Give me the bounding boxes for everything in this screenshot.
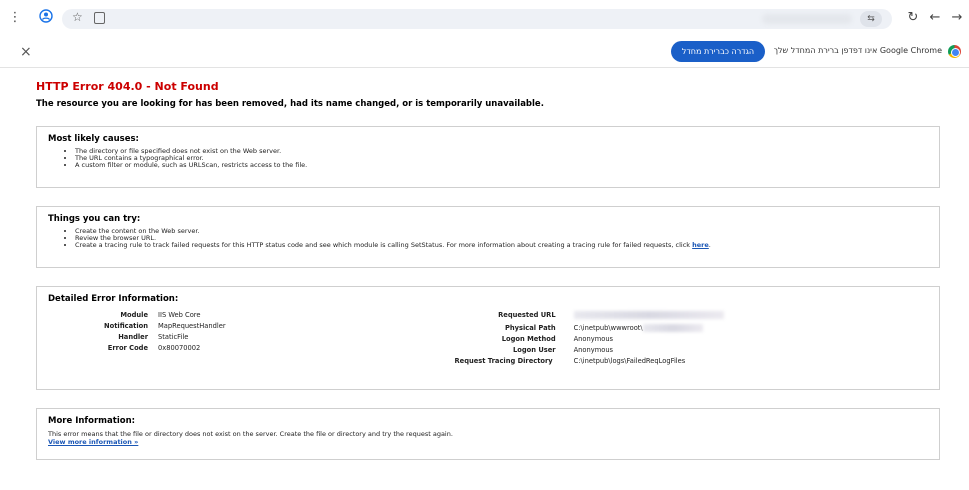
view-more-link[interactable]: View more information » [48,438,138,446]
error-page: HTTP Error 404.0 - Not Found The resourc… [36,80,940,478]
logon-user-value: Anonymous [573,346,614,354]
error-code-value: 0x80070002 [158,344,201,352]
set-default-button[interactable]: הגדרה כברירת מחדל [671,41,765,62]
details-section: Detailed Error Information: Module IIS We… [36,286,940,390]
address-bar[interactable]: ☆ ⇆ [62,9,892,29]
blurred-url [762,14,852,24]
list-item: Create the content on the Web server. [75,227,928,235]
notification-label: Notification [104,322,148,330]
causes-heading: Most likely causes: [48,134,139,144]
close-icon[interactable]: × [20,44,32,60]
notification-value: MapRequestHandler [158,322,226,330]
causes-section: Most likely causes: The directory or fil… [36,126,940,188]
physical-path-label: Physical Path [505,324,556,332]
more-text: This error means that the file or direct… [48,430,453,438]
star-icon[interactable]: ☆ [72,10,83,24]
list-item: A custom filter or module, such as URLSc… [75,162,928,169]
infobar-message: Google Chrome אינו דפדפן ברירת המחדל שלך [773,46,942,55]
details-right: Requested URL Physical Path C:\inetpub\ww… [406,311,724,365]
back-icon[interactable]: ← [926,9,944,27]
tracing-text: Create a tracing rule to track failed re… [75,241,693,250]
module-value: IIS Web Core [158,311,201,319]
page-subtitle: The resource you are looking for has bee… [36,99,544,109]
page-title: HTTP Error 404.0 - Not Found [36,80,219,93]
details-left: Module IIS Web Core Notification MapReques… [48,311,226,365]
requested-url-label: Requested URL [498,311,556,319]
more-heading: More Information: [48,416,136,426]
physical-path-value: C:\inetpub\wwwroot\ [574,324,724,332]
tracing-dir-value: C:\inetpub\logs\FailedReqLogFiles [573,357,686,365]
chrome-logo-icon [948,45,961,58]
tracing-dir-label: Request Tracing Directory [454,357,553,365]
requested-url-value [573,311,724,321]
handler-label: Handler [118,333,148,341]
logon-user-label: Logon User [513,346,556,354]
here-link[interactable]: here [692,241,709,249]
reload-icon[interactable]: ↻ [904,9,922,27]
handler-value: StaticFile [158,333,189,341]
default-browser-infobar: × הגדרה כברירת מחדל Google Chrome אינו ד… [0,36,969,68]
tune-icon[interactable]: ⇆ [860,11,882,27]
profile-icon[interactable] [37,9,55,27]
list-item: Create a tracing rule to track failed re… [75,242,928,249]
try-section: Things you can try: Create the content o… [36,206,940,268]
module-label: Module [120,311,148,319]
logon-method-value: Anonymous [573,335,614,343]
try-heading: Things you can try: [48,214,141,224]
more-info-section: More Information: This error means that … [36,408,940,460]
extension-icon[interactable] [94,12,105,24]
menu-icon[interactable]: ⋮ [6,9,24,27]
details-heading: Detailed Error Information: [48,294,179,304]
forward-icon[interactable]: → [948,9,966,27]
logon-method-label: Logon Method [501,335,556,343]
browser-toolbar: ⋮ ☆ ⇆ ↻ ← → [0,0,969,36]
error-code-label: Error Code [107,344,148,352]
